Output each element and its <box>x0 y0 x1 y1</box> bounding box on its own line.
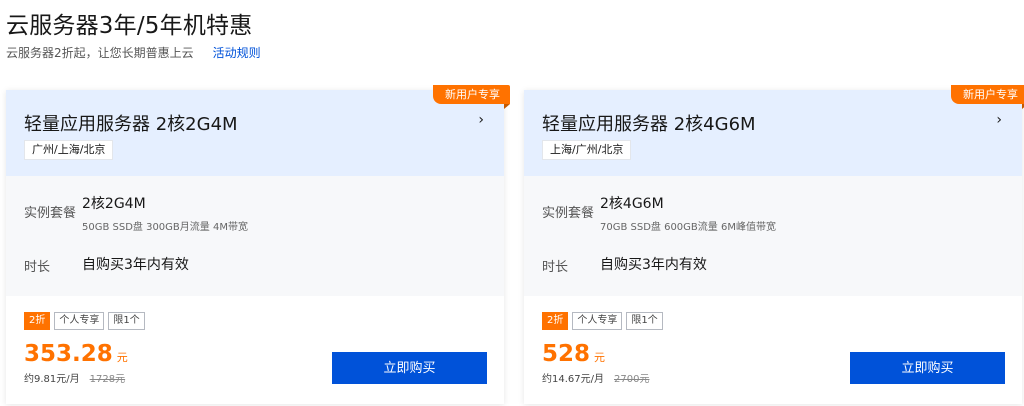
activity-rules-link[interactable]: 活动规则 <box>213 44 261 61</box>
card-price-section: 2折 个人专享 限1个 528 元 约14.67元/月 2700元 立即购买 <box>524 296 1022 404</box>
spec-label: 实例套餐 <box>24 206 77 221</box>
price-unit: 元 <box>594 351 606 364</box>
discount-tag: 2折 <box>24 312 51 330</box>
spec-detail: 50GB SSD盘 300GB月流量 4M带宽 <box>82 222 248 233</box>
price-value: 353.28 <box>24 341 113 367</box>
spec-value: 2核2G4M <box>82 196 146 212</box>
duration-value: 自购买3年内有效 <box>82 257 189 273</box>
card-header[interactable]: 轻量应用服务器 2核2G4M › 广州/上海/北京 <box>6 90 504 176</box>
price-value: 528 <box>542 341 591 367</box>
subtitle-row: 云服务器2折起，让您长期普惠上云 活动规则 <box>6 44 261 61</box>
card-title: 轻量应用服务器 2核4G6M <box>542 114 756 135</box>
buy-now-button[interactable]: 立即购买 <box>850 352 1005 384</box>
buy-now-button[interactable]: 立即购买 <box>332 352 487 384</box>
duration-label: 时长 <box>542 260 569 275</box>
personal-only-tag: 个人专享 <box>54 312 105 330</box>
limit-one-tag: 限1个 <box>108 312 145 330</box>
monthly-row: 约14.67元/月 2700元 <box>542 370 649 385</box>
price-row: 528 元 <box>542 341 605 367</box>
card-price-section: 2折 个人专享 限1个 353.28 元 约9.81元/月 1728元 立即购买 <box>6 296 504 404</box>
badge-fold-decoration <box>504 104 510 109</box>
chevron-right-icon[interactable]: › <box>996 112 1002 128</box>
card-title: 轻量应用服务器 2核2G4M <box>24 114 238 135</box>
tag-list: 2折 个人专享 限1个 <box>24 312 145 330</box>
new-user-badge: 新用户专享 <box>433 85 510 104</box>
page-title: 云服务器3年/5年机特惠 <box>6 13 253 39</box>
monthly-row: 约9.81元/月 1728元 <box>24 370 125 385</box>
region-tag: 广州/上海/北京 <box>24 140 114 160</box>
chevron-right-icon[interactable]: › <box>478 112 484 128</box>
tag-list: 2折 个人专享 限1个 <box>542 312 663 330</box>
monthly-price: 约14.67元/月 <box>542 374 604 385</box>
duration-value: 自购买3年内有效 <box>600 257 707 273</box>
original-price: 2700元 <box>614 374 650 385</box>
spec-detail: 70GB SSD盘 600GB流量 6M峰值带宽 <box>600 222 776 233</box>
original-price: 1728元 <box>89 374 126 385</box>
limit-one-tag: 限1个 <box>626 312 663 330</box>
region-tag: 上海/广州/北京 <box>542 140 632 160</box>
card-header[interactable]: 轻量应用服务器 2核4G6M › 上海/广州/北京 <box>524 90 1022 176</box>
monthly-price: 约9.81元/月 <box>24 374 80 385</box>
card-spec-section: 实例套餐 2核2G4M 50GB SSD盘 300GB月流量 4M带宽 时长 自… <box>6 176 504 296</box>
discount-tag: 2折 <box>542 312 569 330</box>
new-user-badge: 新用户专享 <box>951 85 1024 104</box>
duration-label: 时长 <box>24 260 51 275</box>
product-card: 轻量应用服务器 2核4G6M › 上海/广州/北京 新用户专享 实例套餐 2核4… <box>524 85 1024 404</box>
price-row: 353.28 元 <box>24 341 128 367</box>
spec-value: 2核4G6M <box>600 196 664 212</box>
price-unit: 元 <box>116 351 128 364</box>
card-spec-section: 实例套餐 2核4G6M 70GB SSD盘 600GB流量 6M峰值带宽 时长 … <box>524 176 1022 296</box>
personal-only-tag: 个人专享 <box>572 312 623 330</box>
spec-label: 实例套餐 <box>542 206 595 221</box>
page-subtitle: 云服务器2折起，让您长期普惠上云 <box>6 46 194 60</box>
product-card: 轻量应用服务器 2核2G4M › 广州/上海/北京 新用户专享 实例套餐 2核2… <box>6 85 510 404</box>
